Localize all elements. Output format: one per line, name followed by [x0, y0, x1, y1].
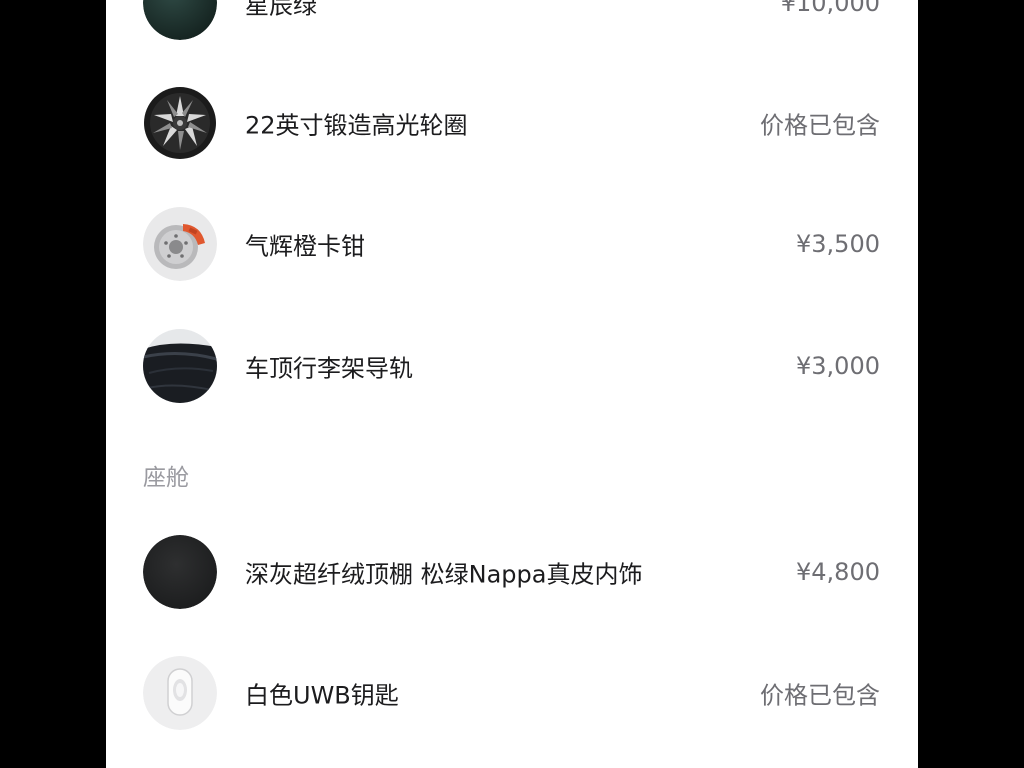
item-name: 22英寸锻造高光轮圈: [245, 111, 468, 140]
config-summary-panel: 星辰绿 ¥10,000 22英寸锻造高光轮圈 价格已包含 气辉橙卡钳 ¥3,50…: [106, 0, 918, 768]
item-price: ¥3,000: [796, 352, 880, 380]
list-item-wheels[interactable]: 22英寸锻造高光轮圈 价格已包含: [106, 83, 918, 163]
list-item-uwb-key[interactable]: 白色UWB钥匙 价格已包含: [106, 653, 918, 733]
list-item-interior[interactable]: 深灰超纤绒顶棚 松绿Nappa真皮内饰 ¥4,800: [106, 532, 918, 612]
list-item-paint[interactable]: 星辰绿 ¥10,000: [106, 0, 918, 43]
green-paint-swatch-icon: [143, 0, 217, 40]
item-name: 车顶行李架导轨: [245, 354, 413, 383]
wheel-rim-icon: [143, 86, 217, 160]
roof-rail-icon: [143, 329, 217, 403]
item-name: 气辉橙卡钳: [245, 232, 365, 261]
item-price: ¥10,000: [780, 0, 880, 17]
item-name: 深灰超纤绒顶棚 松绿Nappa真皮内饰: [245, 560, 643, 589]
list-item-calipers[interactable]: 气辉橙卡钳 ¥3,500: [106, 204, 918, 284]
item-price: 价格已包含: [760, 111, 880, 140]
item-price: ¥4,800: [796, 558, 880, 586]
interior-fabric-swatch-icon: [143, 535, 217, 609]
item-name: 星辰绿: [245, 0, 317, 20]
section-title-cabin: 座舱: [143, 465, 189, 491]
brake-caliper-icon: [143, 207, 217, 281]
list-item-roof-rails[interactable]: 车顶行李架导轨 ¥3,000: [106, 326, 918, 406]
item-price: ¥3,500: [796, 230, 880, 258]
uwb-key-icon: [143, 656, 217, 730]
item-price: 价格已包含: [760, 681, 880, 710]
item-name: 白色UWB钥匙: [245, 681, 399, 710]
